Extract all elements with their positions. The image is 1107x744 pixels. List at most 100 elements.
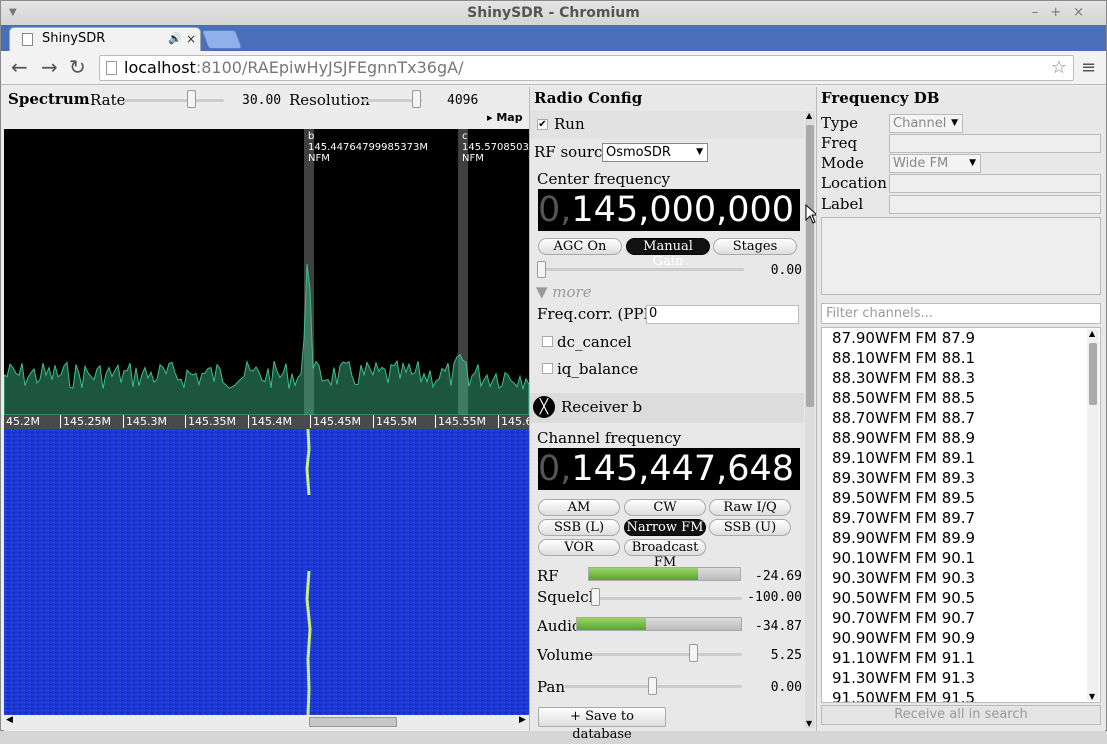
stages-button[interactable]: Stages [713,238,797,255]
mode-button-vor[interactable]: VOR [538,539,620,556]
page-icon [22,33,33,46]
browser-window: ▼ ShinySDR - Chromium –+× ShinySDR 🔊 × ←… [0,0,1107,742]
address-bar[interactable]: localhost:8100/RAEpiwHyJSJFEgnnTx36gA/ ☆ [99,55,1074,81]
channel-frequency-display[interactable]: 0,145,447,648 [538,448,800,490]
forward-icon[interactable]: → [41,55,58,79]
list-item[interactable]: 88.30WFM FM 88.3 [832,368,1082,388]
scroll-thumb[interactable] [309,717,397,727]
list-item[interactable]: 88.90WFM FM 88.9 [832,428,1082,448]
squelch-slider-thumb[interactable] [591,588,600,606]
freq-input[interactable] [889,134,1101,153]
browser-tab[interactable]: ShinySDR 🔊 × [9,27,201,51]
notes-textarea[interactable] [821,217,1101,295]
channel-name: FM 91.3 [915,669,976,687]
list-item[interactable]: 90.10WFM FM 90.1 [832,548,1082,568]
list-item[interactable]: 89.30WFM FM 89.3 [832,468,1082,488]
filter-channels-input[interactable]: Filter channels... [821,303,1101,324]
more-toggle[interactable]: ▼ more [536,283,810,301]
rate-slider-thumb[interactable] [187,90,196,108]
rf-source-select[interactable]: OsmoSDR ▼ [602,143,708,162]
volume-slider[interactable] [592,653,742,656]
location-input[interactable] [889,174,1101,193]
channel-name: FM 89.9 [915,529,976,547]
resolution-slider-thumb[interactable] [412,90,421,108]
axis-tick-label: 145.5M [373,415,417,428]
back-icon[interactable]: ← [11,55,28,79]
type-select[interactable]: Channel ▼ [889,114,963,133]
squelch-slider[interactable] [592,597,742,600]
bookmark-star-icon[interactable]: ☆ [1051,56,1067,80]
tab-strip: ShinySDR 🔊 × [1,25,1106,51]
list-item[interactable]: 89.70WFM FM 89.7 [832,508,1082,528]
scroll-down-icon[interactable]: ▼ [806,719,812,728]
radio-config-scroll-thumb[interactable] [806,125,814,407]
scroll-left-icon[interactable]: ◀ [6,715,13,725]
dc-cancel-checkbox[interactable] [542,336,553,347]
scroll-right-icon[interactable]: ▶ [519,715,526,725]
list-item[interactable]: 90.50WFM FM 90.5 [832,588,1082,608]
manual-gain-button[interactable]: Manual Gain [626,238,710,269]
rate-slider[interactable] [124,99,224,102]
list-item[interactable]: 91.10WFM FM 91.1 [832,648,1082,668]
map-toggle[interactable]: ▸ Map [487,111,523,124]
channel-name: FM 87.9 [915,329,976,347]
channel-freq: 88.10 [832,349,875,367]
hamburger-menu-icon[interactable]: ≡ [1081,57,1096,78]
mode-button-ssb-u-[interactable]: SSB (U) [709,519,791,536]
scroll-up-icon[interactable]: ▲ [1089,329,1095,338]
list-item[interactable]: 89.10WFM FM 89.1 [832,448,1082,468]
freq-correction-input[interactable]: 0 [646,305,799,324]
list-item[interactable]: 87.90WFM FM 87.9 [832,328,1082,348]
list-item[interactable]: 91.30WFM FM 91.3 [832,668,1082,688]
iq-balance-checkbox[interactable] [542,363,553,374]
center-frequency-display[interactable]: 0,145,000,000 [538,189,800,231]
reload-icon[interactable]: ↻ [69,55,86,79]
channel-list-scrollbar[interactable]: ▲ ▼ [1087,329,1099,701]
pan-slider-thumb[interactable] [648,677,657,695]
list-item[interactable]: 90.70WFM FM 90.7 [832,608,1082,628]
horizontal-scrollbar[interactable]: ◀ ▶ [4,715,529,729]
gain-slider[interactable] [540,268,744,271]
list-item[interactable]: 91.50WFM FM 91.5 [832,688,1082,702]
list-item[interactable]: 88.50WFM FM 88.5 [832,388,1082,408]
mode-button-narrow-fm[interactable]: Narrow FM [624,519,706,536]
volume-slider-thumb[interactable] [689,644,698,662]
mode-button-broadcast-fm[interactable]: Broadcast FM [624,539,706,570]
channel-mode: WFM [874,349,912,367]
channel-freq: 89.90 [832,529,875,547]
channel-mode: WFM [874,329,912,347]
spectrum-display[interactable]: b 145.44764799985373M NFM c 145.57085039… [4,129,529,415]
mode-button-ssb-l-[interactable]: SSB (L) [538,519,620,536]
list-item[interactable]: 90.30WFM FM 90.3 [832,568,1082,588]
list-item[interactable]: 89.50WFM FM 89.5 [832,488,1082,508]
scroll-up-icon[interactable]: ▲ [806,111,812,120]
new-tab-button[interactable] [201,30,243,49]
mode-button-cw[interactable]: CW [624,499,706,516]
window-menu-icon[interactable]: ▼ [9,1,17,25]
label-input[interactable] [889,195,1101,214]
channel-name: FM 89.1 [915,449,976,467]
channel-list-scroll-thumb[interactable] [1089,343,1097,405]
window-controls[interactable]: –+× [1032,1,1096,25]
run-checkbox[interactable]: ✔ [537,119,548,130]
list-item[interactable]: 89.90WFM FM 89.9 [832,528,1082,548]
close-icon[interactable]: × [186,28,196,50]
save-to-database-button[interactable]: + Save to database [538,707,666,742]
mode-select[interactable]: Wide FM ▼ [889,154,981,173]
list-item[interactable]: 88.70WFM FM 88.7 [832,408,1082,428]
agc-on-button[interactable]: AGC On [538,238,622,255]
list-item[interactable]: 90.90WFM FM 90.9 [832,628,1082,648]
scroll-down-icon[interactable]: ▼ [1089,692,1095,701]
waterfall-display[interactable] [4,429,529,715]
close-receiver-icon[interactable]: ╳ [533,396,555,418]
speaker-icon: 🔊 [168,32,182,45]
receive-all-button[interactable]: Receive all in search [821,705,1101,725]
channel-list: 87.90WFM FM 87.9 88.10WFM FM 88.1 88.30WFM FM… [821,327,1101,703]
list-item[interactable]: 88.10WFM FM 88.1 [832,348,1082,368]
mode-button-raw-i-q[interactable]: Raw I/Q [709,499,791,516]
rf-meter [588,567,741,581]
frequency-axis: 45.2M 145.25M 145.3M 145.35M 145.4M 145.45M 14… [4,415,529,429]
mode-button-am[interactable]: AM [538,499,620,516]
gain-slider-thumb[interactable] [537,261,546,278]
audio-value: -34.87 [755,619,802,634]
